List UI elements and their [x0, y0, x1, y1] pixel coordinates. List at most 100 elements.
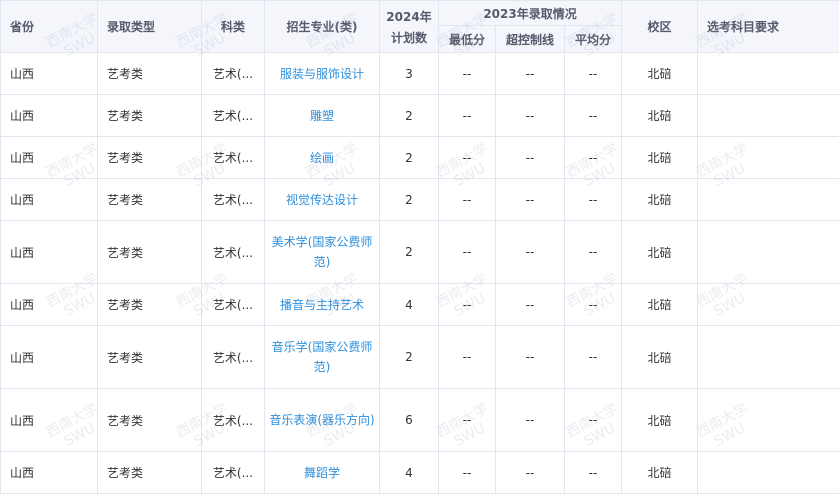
requirements-cell — [697, 388, 839, 452]
campus-cell: 北碚 — [621, 325, 699, 389]
avg-score-cell: -- — [563, 136, 623, 179]
requirements-cell — [697, 451, 839, 494]
admission-table: 省份 录取类型 科类 招生专业(类) 2024年 计划数 2023年录取情况 校… — [0, 0, 839, 494]
major-link[interactable]: 音乐学(国家公费师范) — [264, 325, 380, 389]
min-score-cell: -- — [438, 178, 496, 221]
major-link[interactable]: 雕塑 — [264, 94, 380, 137]
over-line-cell: -- — [495, 388, 565, 452]
col-subject-header: 科类 — [201, 0, 265, 53]
table-row: 山西 艺考类 艺术(... 音乐学(国家公费师范) 2 -- -- -- 北碚 — [0, 325, 839, 389]
table-row: 山西 艺考类 艺术(... 视觉传达设计 2 -- -- -- 北碚 — [0, 178, 839, 221]
campus-cell: 北碚 — [621, 451, 699, 494]
col-min-score-header: 最低分 — [438, 25, 496, 53]
plan-year-label: 2024年 — [386, 9, 432, 24]
min-score-cell: -- — [438, 451, 496, 494]
table-row: 山西 艺考类 艺术(... 服装与服饰设计 3 -- -- -- 北碚 — [0, 52, 839, 95]
avg-score-cell: -- — [563, 94, 623, 137]
campus-cell: 北碚 — [621, 388, 699, 452]
subject-cell: 艺术(... — [201, 325, 265, 389]
subject-cell: 艺术(... — [201, 52, 265, 95]
subject-cell: 艺术(... — [201, 220, 265, 284]
table-row: 山西 艺考类 艺术(... 美术学(国家公费师范) 2 -- -- -- 北碚 — [0, 220, 839, 284]
table-row: 山西 艺考类 艺术(... 绘画 2 -- -- -- 北碚 — [0, 136, 839, 179]
over-line-cell: -- — [495, 220, 565, 284]
major-link[interactable]: 服装与服饰设计 — [264, 52, 380, 95]
plan-count-label: 计划数 — [390, 30, 427, 45]
avg-score-cell: -- — [563, 325, 623, 389]
table-row: 山西 艺考类 艺术(... 音乐表演(器乐方向) 6 -- -- -- 北碚 — [0, 388, 839, 452]
plan-cell: 2 — [379, 178, 439, 221]
plan-cell: 4 — [379, 451, 439, 494]
major-link[interactable]: 音乐表演(器乐方向) — [264, 388, 380, 452]
subject-cell: 艺术(... — [201, 283, 265, 326]
admission-type-cell: 艺考类 — [97, 388, 202, 452]
col-major-header: 招生专业(类) — [264, 0, 380, 53]
requirements-cell — [697, 283, 839, 326]
campus-cell: 北碚 — [621, 52, 699, 95]
plan-cell: 2 — [379, 94, 439, 137]
province-cell: 山西 — [0, 451, 98, 494]
plan-cell: 6 — [379, 388, 439, 452]
min-score-cell: -- — [438, 283, 496, 326]
over-line-cell: -- — [495, 283, 565, 326]
subject-cell: 艺术(... — [201, 178, 265, 221]
campus-cell: 北碚 — [621, 283, 699, 326]
avg-score-cell: -- — [563, 220, 623, 284]
col-admission-type-header: 录取类型 — [97, 0, 202, 53]
subject-cell: 艺术(... — [201, 451, 265, 494]
plan-cell: 3 — [379, 52, 439, 95]
col-plan-header: 2024年 计划数 — [379, 0, 439, 53]
campus-cell: 北碚 — [621, 178, 699, 221]
major-link[interactable]: 绘画 — [264, 136, 380, 179]
requirements-cell — [697, 52, 839, 95]
over-line-cell: -- — [495, 451, 565, 494]
requirements-cell — [697, 325, 839, 389]
min-score-cell: -- — [438, 388, 496, 452]
major-link[interactable]: 视觉传达设计 — [264, 178, 380, 221]
province-cell: 山西 — [0, 136, 98, 179]
province-cell: 山西 — [0, 388, 98, 452]
avg-score-cell: -- — [563, 451, 623, 494]
admission-type-cell: 艺考类 — [97, 52, 202, 95]
plan-cell: 2 — [379, 325, 439, 389]
min-score-cell: -- — [438, 94, 496, 137]
avg-score-cell: -- — [563, 52, 623, 95]
min-score-cell: -- — [438, 52, 496, 95]
province-cell: 山西 — [0, 178, 98, 221]
table-row: 山西 艺考类 艺术(... 播音与主持艺术 4 -- -- -- 北碚 — [0, 283, 839, 326]
admission-type-cell: 艺考类 — [97, 451, 202, 494]
subject-cell: 艺术(... — [201, 136, 265, 179]
col-requirements-header: 选考科目要求 — [697, 0, 839, 53]
admission-type-cell: 艺考类 — [97, 220, 202, 284]
min-score-cell: -- — [438, 325, 496, 389]
admission-type-cell: 艺考类 — [97, 136, 202, 179]
table-row: 山西 艺考类 艺术(... 舞蹈学 4 -- -- -- 北碚 — [0, 451, 839, 494]
province-cell: 山西 — [0, 94, 98, 137]
avg-score-cell: -- — [563, 283, 623, 326]
over-line-cell: -- — [495, 94, 565, 137]
province-cell: 山西 — [0, 283, 98, 326]
col-over-line-header: 超控制线 — [495, 25, 565, 53]
avg-score-cell: -- — [563, 178, 623, 221]
requirements-cell — [697, 136, 839, 179]
major-link[interactable]: 舞蹈学 — [264, 451, 380, 494]
plan-cell: 4 — [379, 283, 439, 326]
plan-cell: 2 — [379, 220, 439, 284]
requirements-cell — [697, 220, 839, 284]
col-province-header: 省份 — [0, 0, 98, 53]
table-row: 山西 艺考类 艺术(... 雕塑 2 -- -- -- 北碚 — [0, 94, 839, 137]
avg-score-cell: -- — [563, 388, 623, 452]
admission-type-cell: 艺考类 — [97, 178, 202, 221]
over-line-cell: -- — [495, 325, 565, 389]
province-cell: 山西 — [0, 220, 98, 284]
province-cell: 山西 — [0, 325, 98, 389]
major-link[interactable]: 美术学(国家公费师范) — [264, 220, 380, 284]
province-cell: 山西 — [0, 52, 98, 95]
major-link[interactable]: 播音与主持艺术 — [264, 283, 380, 326]
col-campus-header: 校区 — [621, 0, 699, 53]
min-score-cell: -- — [438, 136, 496, 179]
subject-cell: 艺术(... — [201, 388, 265, 452]
campus-cell: 北碚 — [621, 94, 699, 137]
plan-cell: 2 — [379, 136, 439, 179]
col-2023-group-header: 2023年录取情况 — [437, 0, 623, 26]
